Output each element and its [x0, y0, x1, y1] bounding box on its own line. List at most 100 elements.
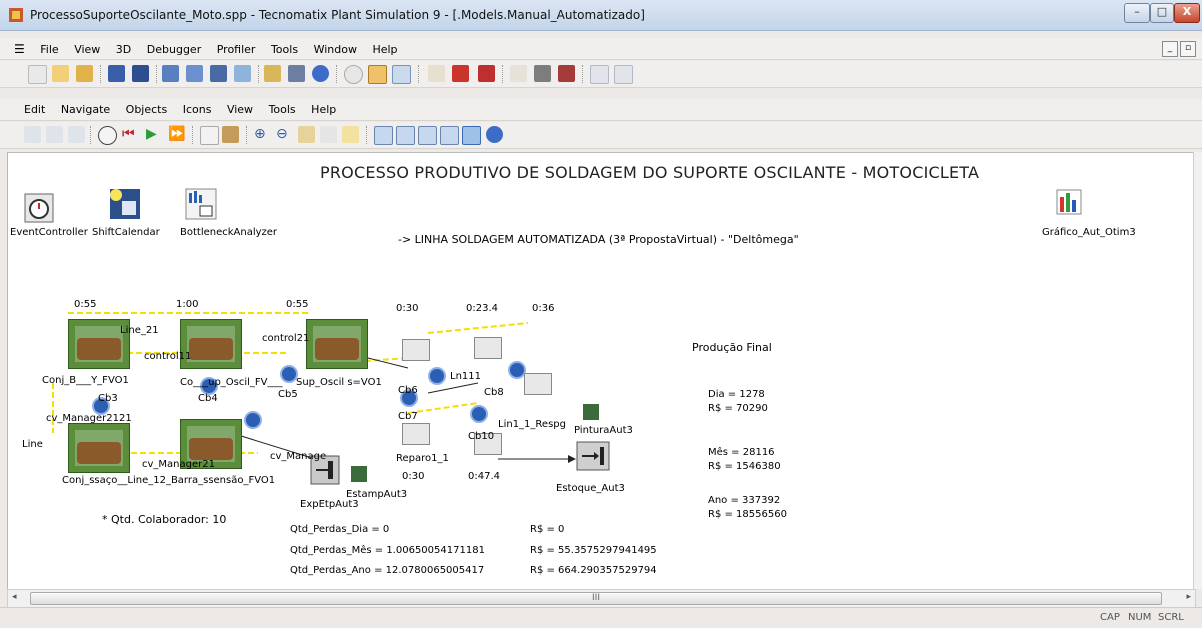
- minimize-button[interactable]: –: [1124, 3, 1150, 23]
- loss-year-value: R$ = 664.290357529794: [530, 565, 657, 576]
- scroll-left-icon[interactable]: ◂: [12, 592, 17, 602]
- process-station[interactable]: [474, 337, 502, 359]
- status-bar: CAP NUM SCRL: [0, 607, 1202, 628]
- menu-tools2[interactable]: Tools: [269, 99, 296, 121]
- start-icon[interactable]: ▶: [146, 126, 157, 142]
- save-icon[interactable]: [108, 65, 125, 82]
- menu-tools[interactable]: Tools: [271, 39, 298, 61]
- scroll-right-icon[interactable]: ▸: [1186, 592, 1191, 602]
- pencil-icon[interactable]: [342, 126, 359, 143]
- trash-icon[interactable]: [200, 126, 219, 145]
- menu-3d[interactable]: 3D: [116, 39, 131, 61]
- station-label: Conj_B___Y_FVO1: [42, 375, 129, 386]
- frame-toolbar: ⏮ ▶ ⏩ ⊕ ⊖: [0, 122, 1202, 149]
- network-icon[interactable]: [288, 65, 305, 82]
- paint-icon[interactable]: [582, 403, 600, 421]
- stock-icon[interactable]: [576, 441, 610, 471]
- cap-indicator: CAP: [1100, 612, 1120, 623]
- class-library-icon[interactable]: [162, 65, 179, 82]
- mdi-minimize-icon[interactable]: _: [1162, 41, 1178, 57]
- menu-help[interactable]: Help: [372, 39, 397, 61]
- menu-navigate[interactable]: Navigate: [61, 99, 110, 121]
- menu-icon[interactable]: ☰: [14, 38, 25, 60]
- folder-icon[interactable]: [76, 65, 93, 82]
- stamp-label: EstampAut3: [346, 489, 408, 500]
- vertical-scrollbar[interactable]: [1193, 152, 1202, 589]
- weld-station[interactable]: [306, 319, 368, 369]
- line-label: Lin1_1_Respg: [498, 419, 566, 430]
- menu-file[interactable]: File: [40, 39, 58, 61]
- zoom-in-icon[interactable]: ⊕: [254, 126, 266, 142]
- process-station[interactable]: [524, 373, 552, 395]
- reset-icon[interactable]: ⏮: [122, 126, 135, 142]
- conveyor-label: Cb4: [198, 393, 218, 404]
- control-label: control11: [144, 351, 192, 362]
- station-label: Sup_Oscil s=VO1: [296, 377, 382, 388]
- help-icon[interactable]: [312, 65, 329, 82]
- repair-station[interactable]: [402, 423, 430, 445]
- main-menu-bar: ☰ File View 3D Debugger Profiler Tools W…: [0, 38, 1202, 60]
- menu-window[interactable]: Window: [314, 39, 357, 61]
- model-canvas[interactable]: PROCESSO PRODUTIVO DE SOLDAGEM DO SUPORT…: [7, 152, 1196, 590]
- close-button[interactable]: X: [1174, 3, 1200, 23]
- event-controller-tool-icon[interactable]: [98, 126, 117, 145]
- console-icon[interactable]: [210, 65, 227, 82]
- conveyor-node[interactable]: [428, 367, 446, 385]
- record-icon[interactable]: [534, 65, 551, 82]
- connector-icon[interactable]: [374, 126, 393, 145]
- pointer-icon[interactable]: [462, 126, 481, 145]
- open-icon[interactable]: [52, 65, 69, 82]
- fast-forward-icon[interactable]: ⏩: [168, 126, 185, 142]
- menu-help2[interactable]: Help: [311, 99, 336, 121]
- repair-station[interactable]: [402, 339, 430, 361]
- info-icon[interactable]: [486, 126, 503, 143]
- horizontal-scrollbar[interactable]: ◂ III ▸: [7, 589, 1196, 608]
- delete-breakpoints-icon[interactable]: [452, 65, 469, 82]
- new-icon[interactable]: [28, 65, 47, 84]
- open-location-icon[interactable]: [24, 126, 41, 143]
- fit-icon[interactable]: [298, 126, 315, 143]
- comment-icon[interactable]: [418, 126, 437, 145]
- collaborator-count: * Qtd. Colaborador: 10: [102, 513, 227, 526]
- stamp-icon[interactable]: [350, 465, 368, 483]
- book-icon[interactable]: [478, 65, 495, 82]
- window-icon[interactable]: [590, 65, 609, 84]
- menu-debugger[interactable]: Debugger: [147, 39, 201, 61]
- mdi-restore-icon[interactable]: ▫: [1180, 41, 1196, 57]
- step-icon[interactable]: [510, 65, 527, 82]
- go-to-origin-icon[interactable]: [46, 126, 63, 143]
- zoom-out-icon[interactable]: ⊖: [276, 126, 288, 142]
- grid-icon[interactable]: [320, 126, 337, 143]
- menu-objects[interactable]: Objects: [126, 99, 168, 121]
- favorites-icon[interactable]: [234, 65, 251, 82]
- weld-station[interactable]: [68, 423, 130, 473]
- breakpoint-icon[interactable]: [428, 65, 445, 82]
- menu-edit[interactable]: Edit: [24, 99, 45, 121]
- save-all-icon[interactable]: [132, 65, 149, 82]
- manager-label: cv_Manage: [270, 451, 327, 462]
- menu-view[interactable]: View: [74, 39, 100, 61]
- maximize-button[interactable]: □: [1150, 3, 1174, 23]
- repair-label: Reparo1_1: [396, 453, 449, 464]
- menu-profiler[interactable]: Profiler: [217, 39, 256, 61]
- conveyor-label: Cb7: [398, 411, 418, 422]
- scroll-thumb[interactable]: III: [30, 592, 1162, 605]
- brush-icon[interactable]: [222, 126, 239, 143]
- conveyor-node[interactable]: [470, 405, 488, 423]
- loss-day-value: R$ = 0: [530, 524, 565, 535]
- profile-icon[interactable]: [392, 65, 411, 84]
- route-icon[interactable]: [396, 126, 415, 145]
- production-month-value: R$ = 1546380: [708, 461, 781, 472]
- paint-label: PinturaAut3: [574, 425, 633, 436]
- toolbox-icon[interactable]: [186, 65, 203, 82]
- menu-view2[interactable]: View: [227, 99, 253, 121]
- menu-icons[interactable]: Icons: [183, 99, 212, 121]
- library-icon[interactable]: [264, 65, 281, 82]
- home-icon[interactable]: [68, 126, 85, 143]
- stop-record-icon[interactable]: [558, 65, 575, 82]
- debug-icon[interactable]: [368, 65, 387, 84]
- window2-icon[interactable]: [614, 65, 633, 84]
- clock-icon[interactable]: [344, 65, 363, 84]
- snap-grid-icon[interactable]: [440, 126, 459, 145]
- conveyor-node[interactable]: [244, 411, 262, 429]
